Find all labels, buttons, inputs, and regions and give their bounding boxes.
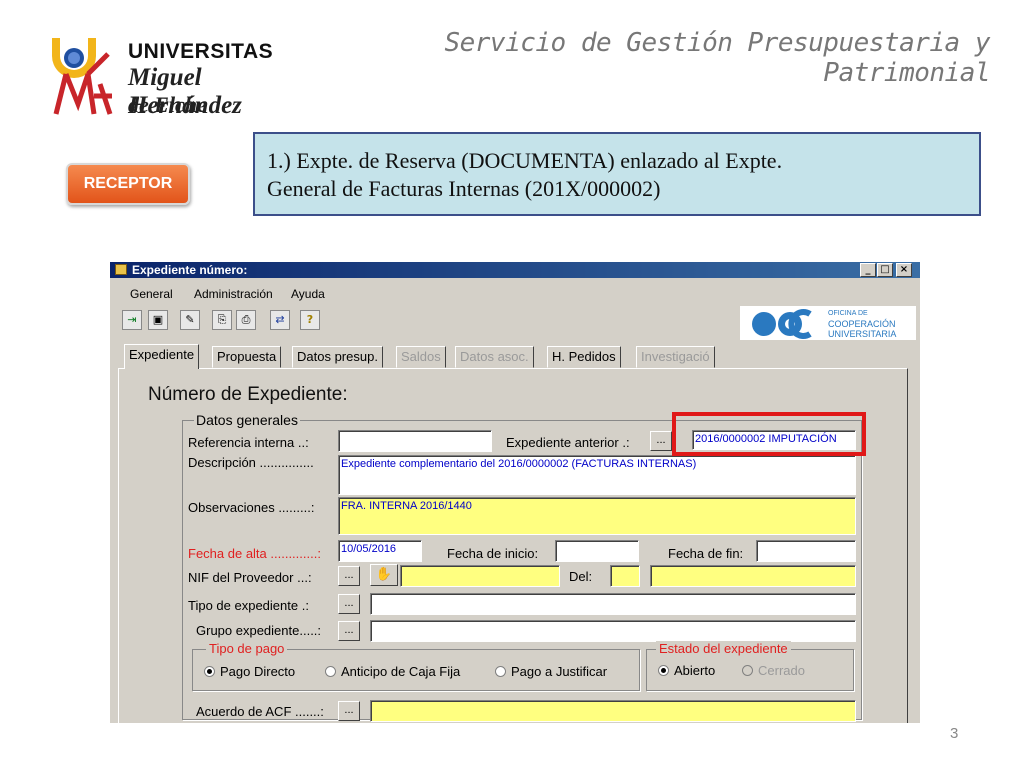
close-button[interactable]: × <box>896 263 912 277</box>
logo-line-3: de Elche <box>128 92 207 117</box>
menu-administracion[interactable]: Administración <box>194 287 273 301</box>
fecha-fin-input[interactable] <box>756 540 856 562</box>
tipo-expediente-button[interactable]: ... <box>338 594 360 614</box>
expediente-anterior-label: Expediente anterior .: <box>506 435 630 450</box>
umh-emblem-icon <box>52 38 113 115</box>
tab-datos-presup[interactable]: Datos presup. <box>292 346 383 368</box>
menu-ayuda[interactable]: Ayuda <box>291 287 325 301</box>
descripcion-input[interactable]: Expediente complementario del 2016/00000… <box>338 455 856 495</box>
proveedor-name-input[interactable] <box>650 565 856 587</box>
group-label: Datos generales <box>194 412 300 428</box>
tab-h-pedidos[interactable]: H. Pedidos <box>547 346 621 368</box>
observaciones-label: Observaciones .........: <box>188 500 315 515</box>
window-titlebar[interactable]: Expediente número: _ □ × <box>110 262 920 278</box>
descripcion-label: Descripción ............... <box>188 455 314 470</box>
exit-icon[interactable]: ⇥ <box>122 310 142 330</box>
folder-icon <box>115 264 127 275</box>
nif-proveedor-label: NIF del Proveedor ...: <box>188 570 312 585</box>
estado-label: Estado del expediente <box>656 641 791 656</box>
acuerdo-acf-input[interactable] <box>370 700 856 722</box>
grupo-expediente-button[interactable]: ... <box>338 621 360 641</box>
logo-line-1: UNIVERSITAS <box>128 40 274 63</box>
tipo-expediente-input[interactable] <box>370 593 856 615</box>
expediente-anterior-button[interactable]: ... <box>650 431 672 451</box>
whatsthis-icon[interactable]: ⇄ <box>270 310 290 330</box>
tab-saldos[interactable]: Saldos <box>396 346 446 368</box>
radio-pago-justificar-label: Pago a Justificar <box>511 664 608 679</box>
radio-pago-justificar[interactable]: Pago a Justificar <box>495 664 607 679</box>
save-icon[interactable]: ▣ <box>148 310 168 330</box>
del-label: Del: <box>569 569 593 584</box>
radio-pago-directo[interactable]: Pago Directo <box>204 664 295 679</box>
radio-abierto-indicator[interactable] <box>658 665 669 676</box>
fecha-alta-input[interactable]: 10/05/2016 <box>338 540 422 562</box>
fecha-inicio-label: Fecha de inicio: <box>447 546 539 561</box>
page-number: 3 <box>950 725 959 742</box>
radio-pago-directo-label: Pago Directo <box>220 664 296 679</box>
radio-cerrado-indicator[interactable] <box>742 665 753 676</box>
tab-investigacion[interactable]: Investigació <box>636 346 715 368</box>
callout-line-2: General de Facturas Internas (201X/00000… <box>267 176 661 201</box>
radio-abierto-label: Abierto <box>674 663 716 678</box>
help-icon[interactable]: ? <box>300 310 320 330</box>
toolbar: ⇥ ▣ ✎ ⎘ ⎙ ⇄ ? <box>118 308 338 334</box>
edit-icon[interactable]: ✎ <box>180 310 200 330</box>
radio-cerrado[interactable]: Cerrado <box>742 663 805 678</box>
del-input[interactable] <box>610 565 640 587</box>
menu-general[interactable]: General <box>130 287 173 301</box>
fecha-alta-label: Fecha de alta .............: <box>188 546 321 561</box>
page-title: Número de Expediente: <box>148 384 348 405</box>
university-logo: UNIVERSITAS Miguel Hernández de Elche <box>48 34 318 119</box>
grupo-expediente-input[interactable] <box>370 620 856 642</box>
radio-pago-directo-indicator[interactable] <box>204 666 215 677</box>
grupo-expediente-label: Grupo expediente.....: <box>196 623 322 638</box>
oficina-line-2: COOPERACIÓN <box>828 319 896 329</box>
print-icon[interactable]: ⎙ <box>236 310 256 330</box>
observaciones-input[interactable]: FRA. INTERNA 2016/1440 <box>338 497 856 535</box>
tab-datos-asoc[interactable]: Datos asoc. <box>455 346 534 368</box>
radio-pago-justificar-indicator[interactable] <box>495 666 506 677</box>
maximize-button[interactable]: □ <box>877 263 893 277</box>
referencia-interna-input[interactable] <box>338 430 492 452</box>
fecha-fin-label: Fecha de fin: <box>668 546 744 561</box>
print-preview-icon[interactable]: ⎘ <box>212 310 232 330</box>
tab-expediente[interactable]: Expediente <box>124 344 200 369</box>
window-title: Expediente número: <box>132 263 248 277</box>
nif-proveedor-input[interactable] <box>400 565 560 587</box>
fecha-inicio-input[interactable] <box>555 540 639 562</box>
nif-proveedor-button[interactable]: ... <box>338 566 360 586</box>
oficina-line-1: OFICINA DE <box>828 310 868 317</box>
cooperacion-emblem-icon <box>752 309 812 339</box>
callout-box: 1.) Expte. de Reserva (DOCUMENTA) enlaza… <box>253 132 981 216</box>
oficina-line-3: UNIVERSITARIA <box>828 329 897 339</box>
highlight-box <box>672 412 866 456</box>
radio-anticipo-caja-fija-indicator[interactable] <box>325 666 336 677</box>
oficina-cooperacion-logo: OFICINA DE COOPERACIÓN UNIVERSITARIA <box>740 306 916 340</box>
service-title: Servicio de Gestión Presupuestaria y Pat… <box>444 28 990 88</box>
tab-propuesta[interactable]: Propuesta <box>212 346 282 368</box>
radio-cerrado-label: Cerrado <box>758 663 805 678</box>
acuerdo-acf-label: Acuerdo de ACF .......: <box>196 704 324 719</box>
expediente-window: Expediente número: _ □ × General Adminis… <box>110 262 920 723</box>
radio-anticipo-caja-fija[interactable]: Anticipo de Caja Fija <box>325 664 460 679</box>
referencia-interna-label: Referencia interna ..: <box>188 435 309 450</box>
tipo-expediente-label: Tipo de expediente .: <box>188 598 309 613</box>
radio-abierto[interactable]: Abierto <box>658 663 715 678</box>
callout-line-1: 1.) Expte. de Reserva (DOCUMENTA) enlaza… <box>267 148 783 173</box>
receptor-badge: RECEPTOR <box>66 163 190 205</box>
acuerdo-acf-button[interactable]: ... <box>338 701 360 721</box>
tipo-pago-label: Tipo de pago <box>206 641 288 656</box>
minimize-button[interactable]: _ <box>860 263 876 277</box>
handshake-icon[interactable]: ✋ <box>370 564 398 586</box>
radio-anticipo-caja-fija-label: Anticipo de Caja Fija <box>341 664 461 679</box>
